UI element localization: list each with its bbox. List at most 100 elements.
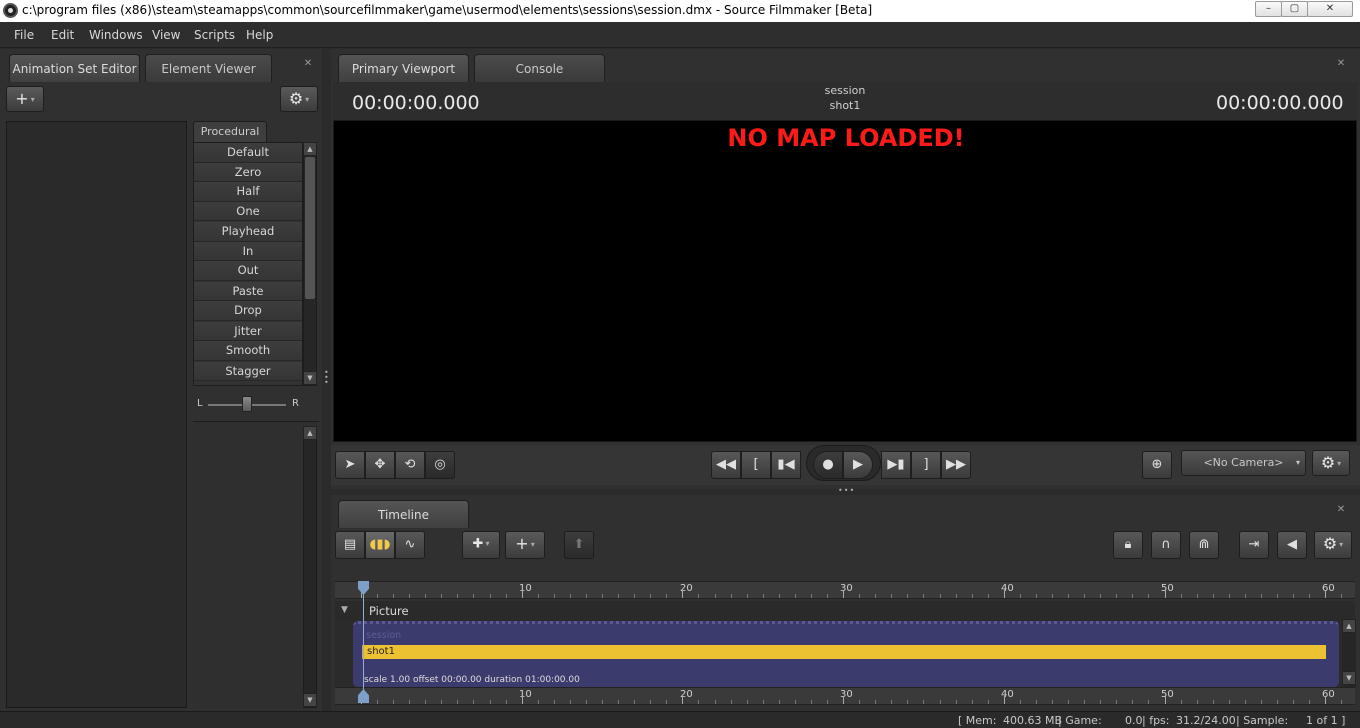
snap-frame-toggle-button[interactable]: ⋒ [1189,531,1219,559]
tab-animation-set-editor[interactable]: Animation Set Editor [9,54,140,82]
timeline-ruler-bottom[interactable]: 10 20 30 40 50 60 [335,687,1355,705]
procedural-item-stagger[interactable]: Stagger [194,361,302,381]
snap-toggle-button[interactable]: ∩ [1151,531,1181,559]
ruler-tick [377,700,379,704]
graph-editor-mode-button[interactable]: ∿ [395,531,425,559]
scroll-up-arrow-icon[interactable]: ▲ [303,142,317,156]
ruler-tick [794,594,796,598]
go-to-in-point-button[interactable]: [ [741,451,771,479]
scrollbar-thumb[interactable] [305,157,315,299]
ruler-tick [521,590,523,598]
procedural-item-one[interactable]: One [194,201,302,221]
scroll-down-arrow-icon[interactable]: ▼ [303,371,317,385]
camera-select-dropdown[interactable]: <No Camera> ▾ [1181,450,1306,476]
viewport-canvas[interactable]: NO MAP LOADED! [333,120,1357,442]
procedural-item-smooth[interactable]: Smooth [194,341,302,361]
viewport-settings-button[interactable]: ⚙ ▾ [1312,450,1350,476]
step-back-button[interactable]: ▮◀ [771,451,801,479]
shot-clip-label: shot1 [367,646,395,657]
menu-file[interactable]: File [14,28,34,42]
viewport-timeline-splitter[interactable]: ••• [838,486,855,495]
maximize-button[interactable]: ▢ [1281,1,1308,17]
procedural-list: Default Zero Half One Playhead In Out Pa… [193,142,303,386]
playhead-line[interactable] [363,581,364,703]
tab-primary-viewport[interactable]: Primary Viewport [338,54,469,82]
procedural-item-zero[interactable]: Zero [194,162,302,182]
timeline-settings-button[interactable]: ⚙ ▾ [1314,531,1352,559]
panel-splitter-handle[interactable]: • • • [324,369,330,387]
procedural-item-paste[interactable]: Paste [194,281,302,301]
gear-icon: ⚙ [288,89,304,108]
menu-view[interactable]: View [152,28,180,42]
camera-select-value: <No Camera> [1203,456,1284,469]
ruler-tick [618,594,620,598]
move-tool-button[interactable]: ✥ [365,451,395,479]
camera-target-button[interactable]: ⊕ [1142,451,1172,479]
procedural-item-half[interactable]: Half [194,182,302,202]
ruler-tick [585,594,587,598]
ruler-tick [409,594,411,598]
left-panel-settings-button[interactable]: ⚙ ▾ [280,86,318,112]
scroll-up-arrow-icon[interactable]: ▲ [303,426,317,440]
session-clip[interactable]: session shot1 scale 1.00 offset 00:00.00… [353,621,1339,687]
timeline-scrollbar[interactable]: ▲ ▼ [1342,619,1356,687]
motion-editor-icon: ◖▮◗ [369,537,391,552]
minimize-button[interactable]: – [1255,1,1282,17]
tab-console[interactable]: Console [474,54,605,82]
add-animation-set-button[interactable]: + ▾ [6,86,44,112]
procedural-item-in[interactable]: In [194,241,302,261]
left-right-balance-slider[interactable]: L R [193,389,319,419]
scroll-up-arrow-icon[interactable]: ▲ [1342,619,1356,633]
ruler-tick [778,700,780,704]
procedural-item-jitter[interactable]: Jitter [194,321,302,341]
close-icon[interactable]: ✕ [1335,504,1347,516]
add-clip-button[interactable]: + ▾ [505,531,545,559]
procedural-area: Procedural Default Zero Half One Playhea… [193,121,319,708]
close-icon[interactable]: ✕ [302,58,314,70]
scroll-down-arrow-icon[interactable]: ▼ [303,693,317,707]
record-button[interactable]: ● [813,451,843,479]
menu-scripts[interactable]: Scripts [194,28,235,42]
session-clip-label: session [366,630,402,641]
clip-editor-mode-button[interactable]: ▤ [335,531,365,559]
timeline-ruler-top[interactable]: 10 20 30 40 50 60 [335,581,1355,599]
picture-track-header[interactable]: ▼ Picture [335,601,1355,621]
procedural-item-playhead[interactable]: Playhead [194,222,302,242]
animation-set-list[interactable] [6,121,187,708]
menu-help[interactable]: Help [246,28,273,42]
go-to-end-button[interactable]: ⇥ [1239,531,1269,559]
step-forward-button[interactable]: ▶▮ [881,451,911,479]
play-button[interactable]: ▶ [843,451,873,479]
select-tool-button[interactable]: ➤ [335,451,365,479]
slider-handle[interactable] [242,396,252,412]
close-icon[interactable]: ✕ [1335,58,1347,70]
procedural-scrollbar[interactable]: ▲ ▼ [303,142,317,386]
shot-clip[interactable]: shot1 [362,645,1326,659]
tab-timeline[interactable]: Timeline [338,500,469,528]
motion-editor-mode-button[interactable]: ◖▮◗ [365,531,395,559]
menu-edit[interactable]: Edit [51,28,74,42]
rewind-button[interactable]: ◀◀ [711,451,741,479]
menu-windows[interactable]: Windows [89,28,143,42]
collapse-triangle-icon[interactable]: ▼ [341,605,348,615]
procedural-item-default[interactable]: Default [194,143,302,163]
go-up-level-button[interactable]: ⬆ [564,531,594,559]
close-window-button[interactable]: ✕ [1307,1,1353,17]
rotate-tool-button[interactable]: ⟲ [395,451,425,479]
add-marker-button[interactable]: ✚ ▾ [462,531,500,559]
tab-element-viewer[interactable]: Element Viewer [145,54,272,82]
orbit-tool-button[interactable]: ◎ [425,451,455,479]
ruler-tick [457,700,459,704]
scroll-down-arrow-icon[interactable]: ▼ [1342,671,1356,685]
tab-procedural[interactable]: Procedural [193,121,267,142]
go-to-out-point-button[interactable]: ] [911,451,941,479]
lower-scrollbar[interactable]: ▲ ▼ [303,426,317,708]
ruler-tick [810,700,812,704]
right-bracket-icon: ] [923,457,929,472]
lock-toggle-button[interactable]: 🔒︎ [1113,531,1143,559]
procedural-item-out[interactable]: Out [194,261,302,281]
ruler-tick [425,594,427,598]
mute-audio-button[interactable]: ◀ [1277,531,1307,559]
fast-forward-button[interactable]: ▶▶ [941,451,971,479]
procedural-item-drop[interactable]: Drop [194,301,302,321]
